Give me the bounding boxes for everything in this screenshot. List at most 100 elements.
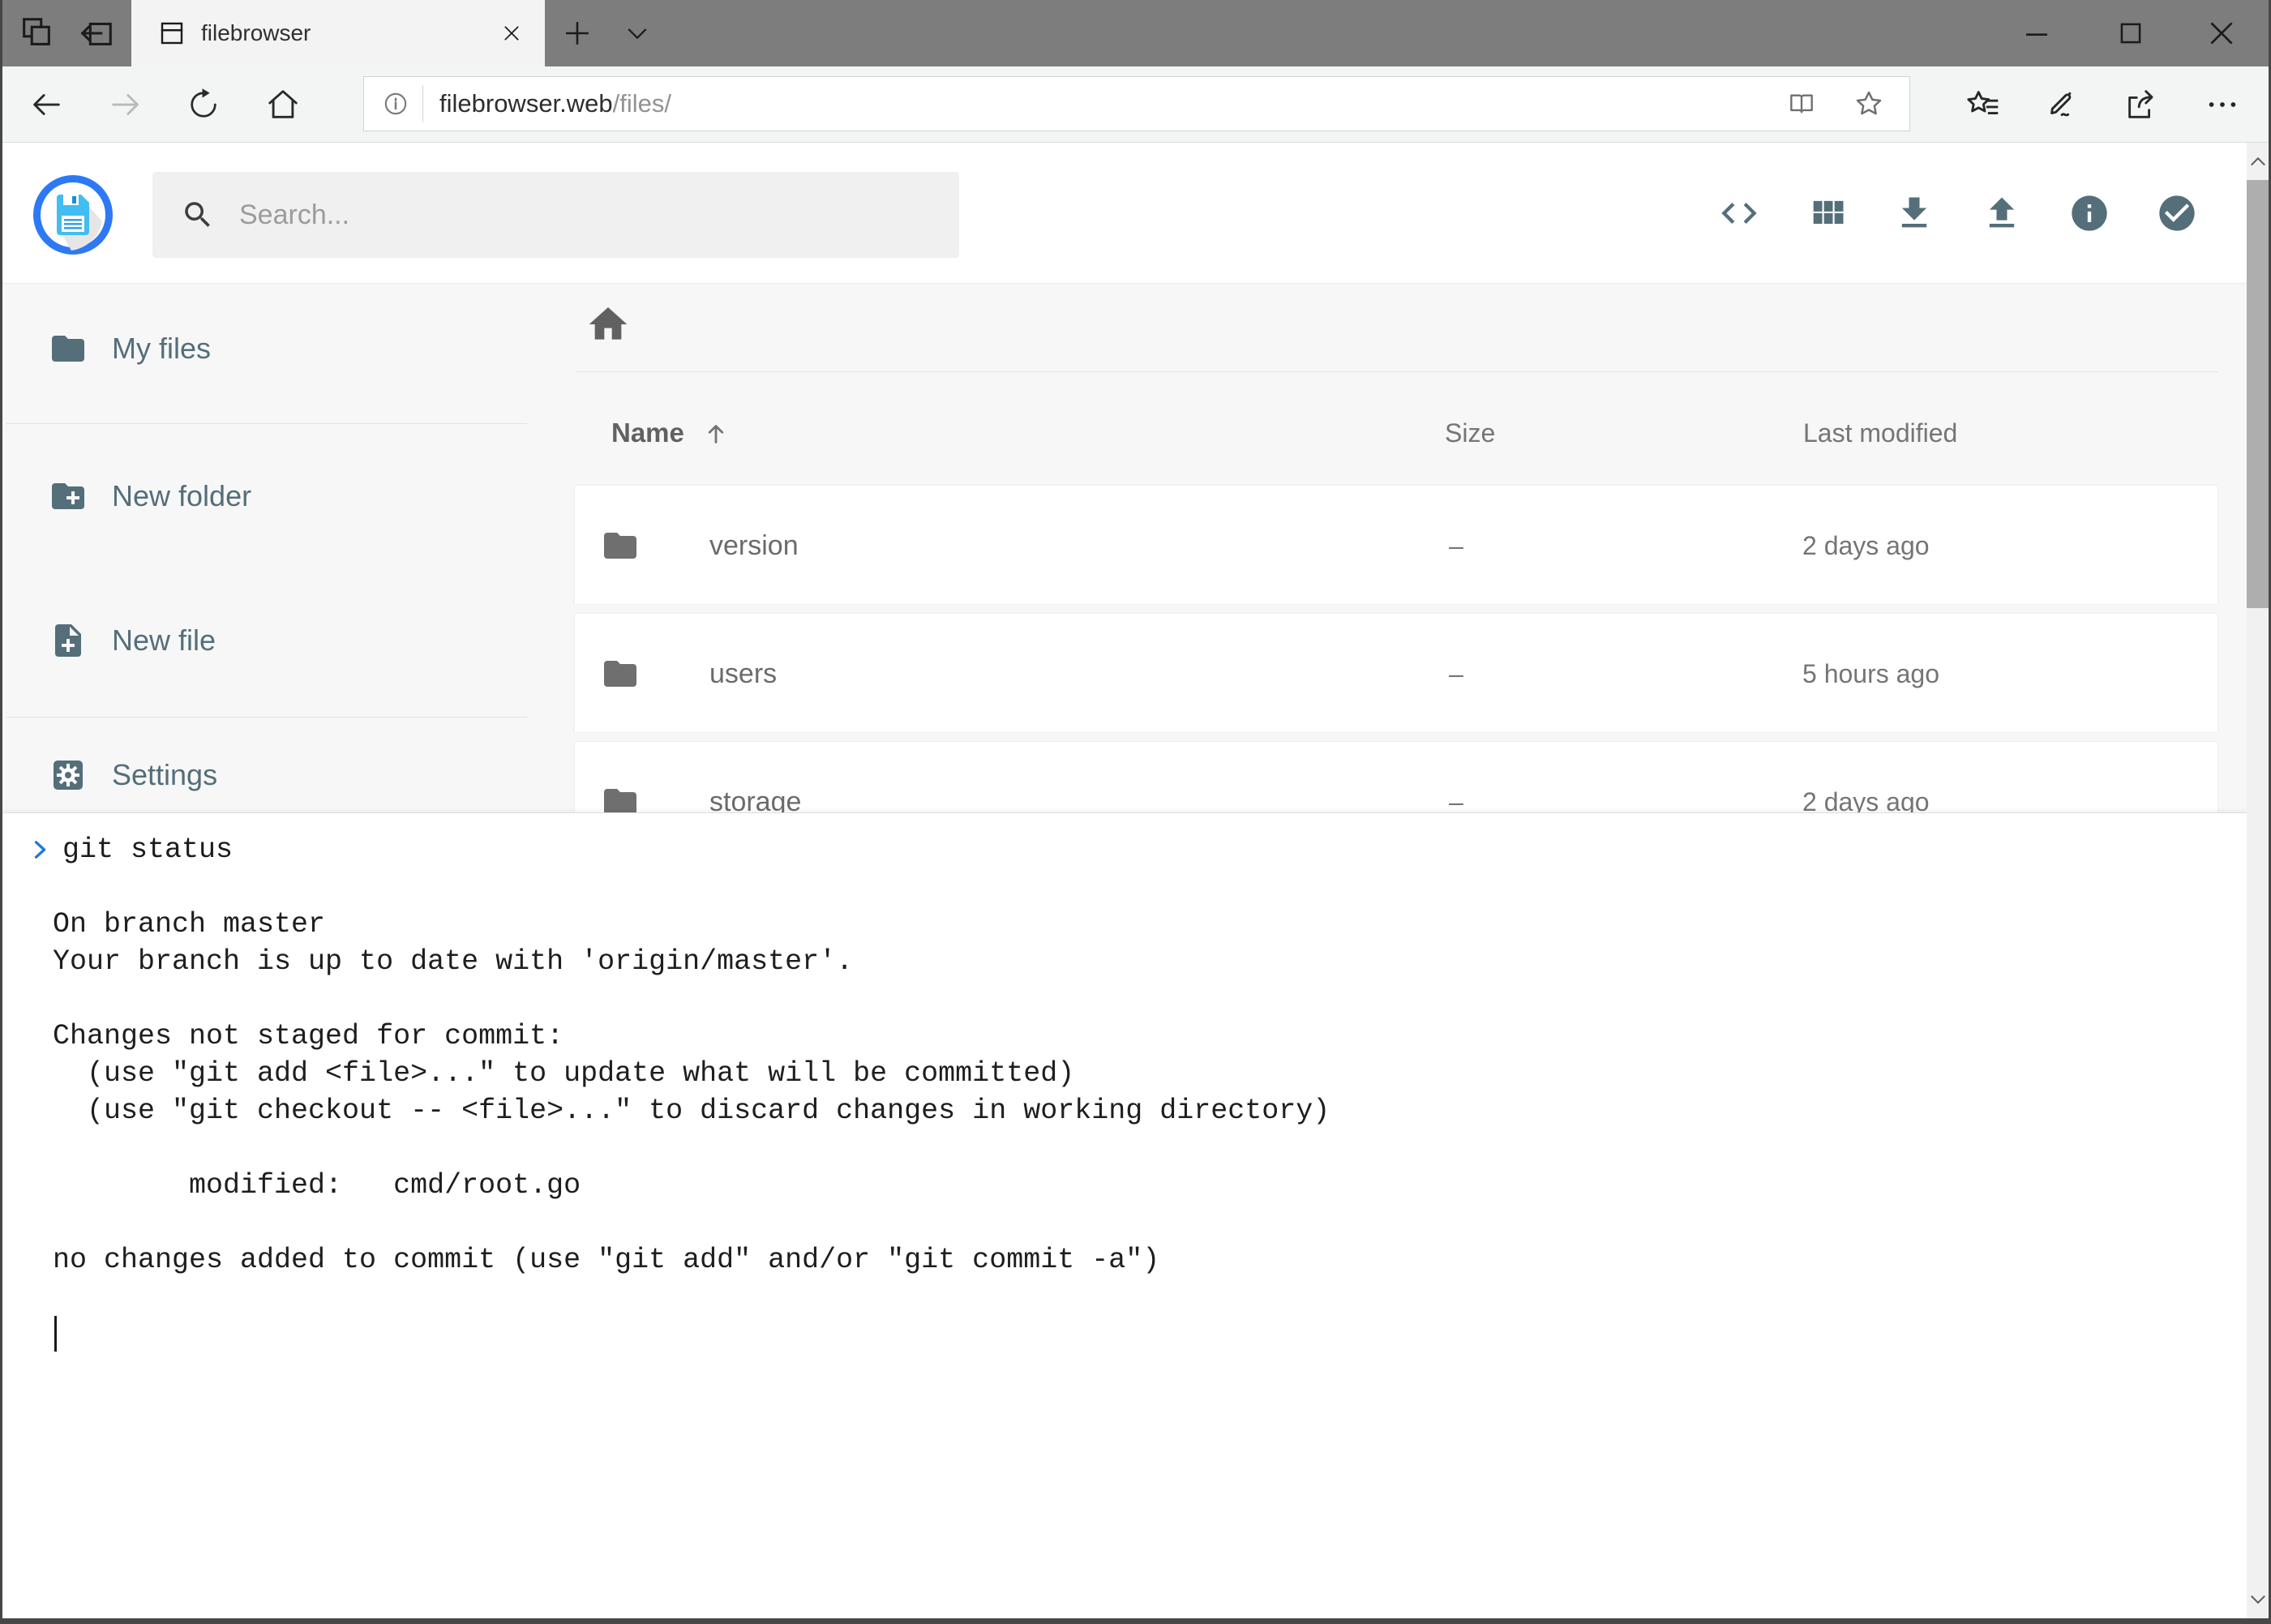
sidebar-item-label: New file bbox=[112, 623, 216, 658]
sidebar-divider bbox=[6, 717, 527, 718]
breadcrumb-home-button[interactable] bbox=[585, 302, 631, 347]
set-tabs-aside-icon bbox=[78, 15, 115, 52]
back-button[interactable] bbox=[18, 66, 75, 143]
app-header bbox=[2, 143, 2247, 284]
sidebar-item-label: New folder bbox=[112, 479, 251, 513]
reading-view-icon[interactable] bbox=[1786, 88, 1817, 119]
chevron-down-icon bbox=[2249, 1594, 2267, 1605]
search-box[interactable] bbox=[152, 172, 959, 258]
folder-icon bbox=[601, 526, 640, 565]
column-header-last-modified[interactable]: Last modified bbox=[1803, 405, 1957, 461]
terminal-prompt-line: git status bbox=[32, 831, 2247, 868]
new-folder-icon bbox=[49, 477, 88, 516]
scrollbar-thumb[interactable] bbox=[2247, 180, 2269, 608]
terminal-command: git status bbox=[62, 833, 233, 866]
home-button[interactable] bbox=[255, 66, 311, 143]
favorites-hub-icon bbox=[1965, 86, 2003, 123]
search-input[interactable] bbox=[238, 199, 959, 232]
file-row-version[interactable]: version – 2 days ago bbox=[574, 485, 2218, 605]
tab-list-button[interactable] bbox=[610, 0, 665, 66]
filebrowser-logo[interactable] bbox=[32, 174, 114, 255]
scrollbar-up-button[interactable] bbox=[2247, 143, 2269, 180]
settings-more-button[interactable] bbox=[2194, 66, 2251, 143]
column-header-name[interactable]: Name bbox=[611, 405, 730, 461]
file-size: – bbox=[1449, 486, 1463, 606]
sidebar-item-label: My files bbox=[112, 332, 211, 366]
code-brackets-icon bbox=[1718, 192, 1760, 234]
tab-filebrowser[interactable]: filebrowser bbox=[131, 0, 545, 66]
sort-ascending-icon bbox=[702, 419, 730, 447]
browser-window: filebrowser bbox=[0, 0, 2271, 1624]
info-circle-icon bbox=[2068, 192, 2110, 234]
chevron-up-icon bbox=[2249, 156, 2267, 167]
file-size: – bbox=[1449, 614, 1463, 734]
back-arrow-icon bbox=[28, 86, 65, 123]
file-row-users[interactable]: users – 5 hours ago bbox=[574, 613, 2218, 733]
address-toolbar: filebrowser.web/files/ bbox=[0, 66, 2271, 143]
refresh-icon bbox=[186, 87, 221, 122]
column-header-size[interactable]: Size bbox=[1445, 405, 1495, 461]
plus-icon bbox=[562, 18, 593, 49]
add-favorite-star-icon[interactable] bbox=[1853, 88, 1885, 120]
new-tab-button[interactable] bbox=[550, 0, 605, 66]
address-bar[interactable]: filebrowser.web/files/ bbox=[363, 76, 1910, 131]
close-icon bbox=[2205, 17, 2238, 49]
folder-icon bbox=[49, 329, 88, 368]
url-host: filebrowser.web bbox=[439, 89, 613, 118]
url-separator bbox=[422, 85, 423, 122]
site-info-icon[interactable] bbox=[382, 90, 409, 118]
tab-bar: filebrowser bbox=[0, 0, 2271, 66]
download-icon bbox=[1893, 192, 1935, 234]
file-modified: 2 days ago bbox=[1802, 486, 1930, 606]
scrollbar-down-button[interactable] bbox=[2247, 1581, 2269, 1618]
grid-view-button[interactable] bbox=[1806, 192, 1849, 234]
set-tabs-aside-button[interactable] bbox=[68, 0, 125, 66]
minimize-button[interactable] bbox=[2009, 0, 2064, 66]
pen-icon bbox=[2043, 86, 2080, 123]
sidebar-item-settings[interactable]: Settings bbox=[0, 736, 527, 814]
favorites-hub-button[interactable] bbox=[1956, 66, 2012, 143]
refresh-button[interactable] bbox=[175, 66, 232, 143]
page-favicon-icon bbox=[157, 19, 186, 48]
listing-header: Name Size Last modified bbox=[574, 405, 2218, 461]
file-modified: 5 hours ago bbox=[1802, 614, 1939, 734]
sidebar-item-new-folder[interactable]: New folder bbox=[0, 457, 527, 535]
maximize-button[interactable] bbox=[2103, 0, 2158, 66]
upload-button[interactable] bbox=[1981, 192, 2023, 234]
raw-editor-button[interactable] bbox=[1718, 192, 1760, 234]
file-name: version bbox=[709, 486, 799, 606]
home-icon bbox=[585, 302, 631, 347]
tab-preview-button[interactable] bbox=[8, 0, 65, 66]
window-border bbox=[0, 1618, 2271, 1624]
url-text: filebrowser.web/files/ bbox=[439, 89, 671, 118]
forward-arrow-icon bbox=[107, 86, 144, 123]
settings-gear-icon bbox=[49, 756, 88, 795]
select-multiple-button[interactable] bbox=[2156, 192, 2198, 234]
annotate-button[interactable] bbox=[2033, 66, 2090, 143]
forward-button[interactable] bbox=[97, 66, 154, 143]
close-window-button[interactable] bbox=[2194, 0, 2249, 66]
tab-close-icon[interactable] bbox=[501, 23, 522, 44]
sidebar-item-label: Settings bbox=[112, 758, 217, 792]
minimize-icon bbox=[2020, 17, 2053, 49]
share-button[interactable] bbox=[2113, 66, 2170, 143]
info-button[interactable] bbox=[2068, 192, 2110, 234]
window-border bbox=[0, 0, 2, 1624]
download-button[interactable] bbox=[1893, 192, 1935, 234]
terminal-panel[interactable]: git status On branch master Your branch … bbox=[2, 812, 2247, 1618]
share-icon bbox=[2123, 86, 2160, 123]
file-name: users bbox=[709, 614, 777, 734]
grid-view-icon bbox=[1806, 192, 1849, 234]
upload-icon bbox=[1981, 192, 2023, 234]
chevron-down-icon bbox=[623, 19, 651, 47]
url-path: /files/ bbox=[613, 89, 671, 118]
prompt-chevron-icon bbox=[32, 837, 49, 863]
page-scrollbar[interactable] bbox=[2247, 143, 2269, 1618]
home-outline-icon bbox=[264, 86, 302, 123]
sidebar-item-my-files[interactable]: My files bbox=[0, 310, 527, 388]
tab-title: filebrowser bbox=[201, 20, 501, 46]
terminal-output: On branch master Your branch is up to da… bbox=[32, 868, 2247, 1279]
new-file-icon bbox=[49, 621, 88, 660]
check-circle-icon bbox=[2156, 192, 2198, 234]
sidebar-item-new-file[interactable]: New file bbox=[0, 602, 527, 679]
